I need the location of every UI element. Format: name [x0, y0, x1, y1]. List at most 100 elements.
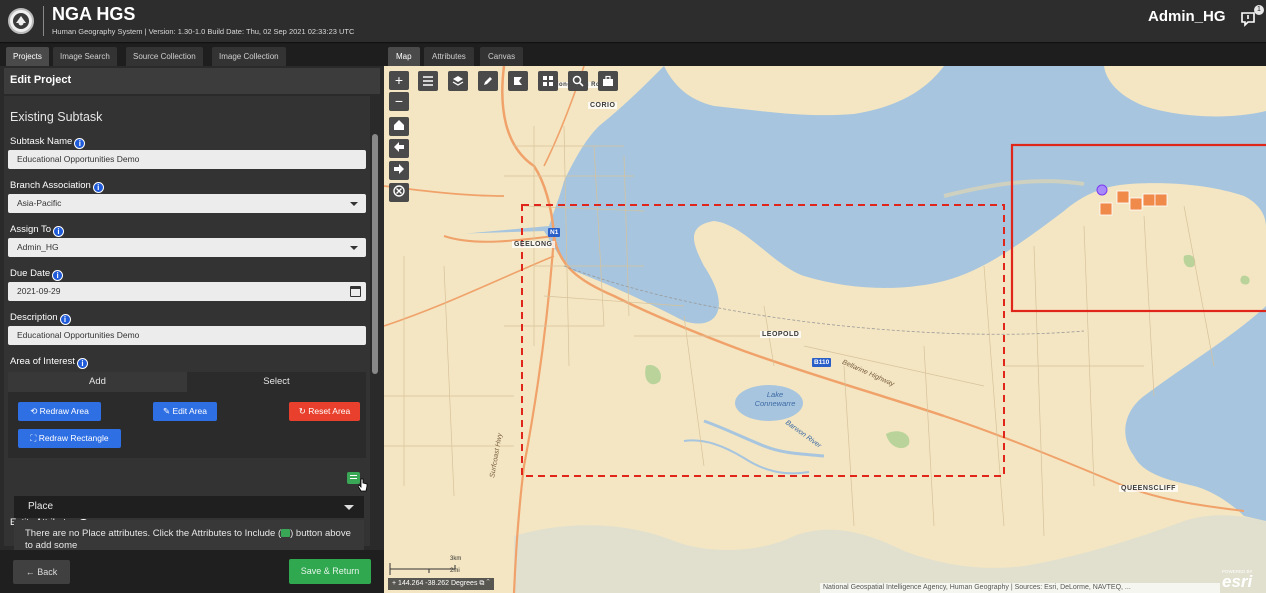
user-menu[interactable]: Admin_HG — [1148, 8, 1226, 25]
previous-extent-button[interactable] — [389, 139, 409, 158]
notification-badge: 1 — [1254, 5, 1264, 15]
entity-type-select[interactable]: Place — [14, 496, 364, 518]
description-input[interactable]: Educational Opportunities Demo — [8, 326, 366, 345]
chevron-up-icon[interactable]: ⌃ — [486, 580, 489, 587]
zoom-out-button[interactable]: − — [389, 92, 409, 111]
app-header: NGA HGS Human Geography System | Version… — [0, 0, 1266, 43]
basemap — [384, 66, 1266, 593]
scale-mi: 2mi — [450, 568, 460, 574]
search-icon — [572, 75, 584, 87]
toolbar-draw-button[interactable] — [478, 71, 498, 91]
reset-icon: ↻ — [298, 406, 309, 416]
info-icon[interactable]: i — [52, 270, 64, 281]
toolbar-layers-button[interactable] — [448, 71, 468, 91]
map-view[interactable]: GEELONG CORIO LEOPOLD QUEENSCLIFF Geelon… — [384, 66, 1266, 593]
left-panel: Projects Image Search Source Collection … — [0, 44, 384, 593]
form-scrollbar[interactable] — [372, 134, 378, 374]
copy-icon[interactable]: ⧉ — [477, 580, 486, 587]
redraw-rectangle-button[interactable]: ⛶ Redraw Rectangle — [18, 429, 121, 448]
tab-image-search[interactable]: Image Search — [53, 47, 117, 66]
shield-b110: B110 — [812, 358, 832, 367]
app-version-info: Human Geography System | Version: 1.30-1… — [52, 27, 355, 36]
list-icon — [423, 76, 433, 86]
label-leopold: LEOPOLD — [760, 331, 802, 338]
chevron-down-icon — [350, 202, 358, 206]
toolbar-bookmark-button[interactable] — [508, 71, 528, 91]
next-extent-button[interactable] — [389, 161, 409, 180]
toolbar-legend-button[interactable] — [418, 71, 438, 91]
label-corio: CORIO — [588, 102, 618, 109]
mouse-cursor-icon — [358, 478, 368, 492]
tab-projects[interactable]: Projects — [6, 47, 49, 66]
info-icon[interactable]: i — [76, 358, 88, 369]
scale-km: 3km — [450, 556, 462, 562]
due-date-label: Due Date i — [10, 268, 64, 281]
aoi-tab-add[interactable]: Add — [8, 372, 187, 392]
edit-area-button[interactable]: ✎ Edit Area — [153, 402, 217, 421]
calendar-icon[interactable] — [350, 286, 361, 297]
bookmark-icon — [514, 77, 522, 85]
app-root: NGA HGS Human Geography System | Version… — [0, 0, 1266, 593]
info-icon[interactable]: i — [53, 226, 65, 237]
place-attributes-message: There are no Place attributes. Click the… — [14, 520, 364, 550]
home-icon — [394, 120, 404, 130]
briefcase-icon — [603, 75, 613, 86]
toolbar-print-button[interactable] — [598, 71, 618, 91]
header-divider — [43, 6, 44, 36]
notification-icon[interactable] — [1240, 11, 1256, 27]
label-queenscliff: QUEENSCLIFF — [1119, 485, 1178, 492]
tab-source-collection[interactable]: Source Collection — [126, 47, 203, 66]
info-icon[interactable]: i — [74, 138, 86, 149]
tab-map[interactable]: Map — [388, 47, 420, 66]
layers-icon — [452, 76, 464, 86]
coordinate-readout: + 144.264 -38.262 Degrees ⧉ ⌃ — [388, 578, 494, 590]
app-title: NGA HGS — [52, 4, 136, 24]
app-logo-icon[interactable] — [8, 8, 34, 34]
label-geelong: GEELONG — [512, 241, 555, 248]
aoi-panel: Add Select ⟲ Redraw Area ✎ Edit Area ↻ R… — [8, 372, 366, 458]
subtask-name-input[interactable]: Educational Opportunities Demo — [8, 150, 366, 169]
toolbar-search-button[interactable] — [568, 71, 588, 91]
toolbar-basemap-button[interactable] — [538, 71, 558, 91]
label-lake-connewarre: Lake Connewarre — [754, 390, 796, 408]
right-panel: Map Attributes Canvas GEELONG CORIO LEOP… — [384, 44, 1266, 593]
description-label: Description i — [10, 312, 71, 325]
subtask-name-label: Subtask Name i — [10, 136, 86, 149]
reset-area-button[interactable]: ↻ Reset Area — [289, 402, 360, 421]
arrow-left-icon: ← — [25, 567, 38, 577]
aoi-tab-select[interactable]: Select — [187, 372, 366, 392]
branch-association-label: Branch Association i — [10, 180, 104, 193]
tab-canvas[interactable]: Canvas — [480, 47, 524, 66]
map-attribution: National Geospatial Intelligence Agency,… — [820, 583, 1220, 593]
shield-n1: N1 — [548, 228, 561, 237]
chevron-down-icon — [344, 505, 354, 510]
tab-image-collection[interactable]: Image Collection — [212, 47, 286, 66]
arrow-right-icon — [394, 164, 404, 174]
zoom-in-button[interactable]: + — [389, 71, 409, 90]
close-circle-icon — [393, 185, 405, 197]
info-icon[interactable]: i — [92, 182, 104, 193]
assign-to-label: Assign To i — [10, 224, 65, 237]
pencil-icon — [484, 77, 492, 85]
save-return-button[interactable]: Save & Return — [289, 559, 371, 584]
tab-attributes[interactable]: Attributes — [424, 47, 474, 66]
due-date-input[interactable]: 2021-09-29 — [8, 282, 366, 301]
info-icon[interactable]: i — [59, 314, 71, 325]
back-button[interactable]: ← Back — [13, 560, 70, 584]
redraw-area-button[interactable]: ⟲ Redraw Area — [18, 402, 101, 421]
grid-icon — [543, 76, 553, 86]
clear-button[interactable] — [389, 183, 409, 202]
list-icon — [281, 529, 291, 537]
panel-footer: ← Back Save & Return — [0, 550, 384, 593]
rectangle-icon: ⛶ — [30, 433, 39, 443]
branch-association-select[interactable]: Asia-Pacific — [8, 194, 366, 213]
panel-header: Edit Project — [4, 68, 380, 94]
arrow-left-icon — [394, 142, 404, 152]
redraw-icon: ⟲ — [30, 406, 40, 416]
edit-form: Existing Subtask Subtask Name i Education… — [4, 96, 370, 546]
area-of-interest-label: Area of Interest i — [10, 356, 88, 369]
panel-title: Edit Project — [10, 74, 72, 86]
assign-to-select[interactable]: Admin_HG — [8, 238, 366, 257]
home-button[interactable] — [389, 117, 409, 136]
esri-logo: POWERED BY esri — [1222, 569, 1253, 591]
